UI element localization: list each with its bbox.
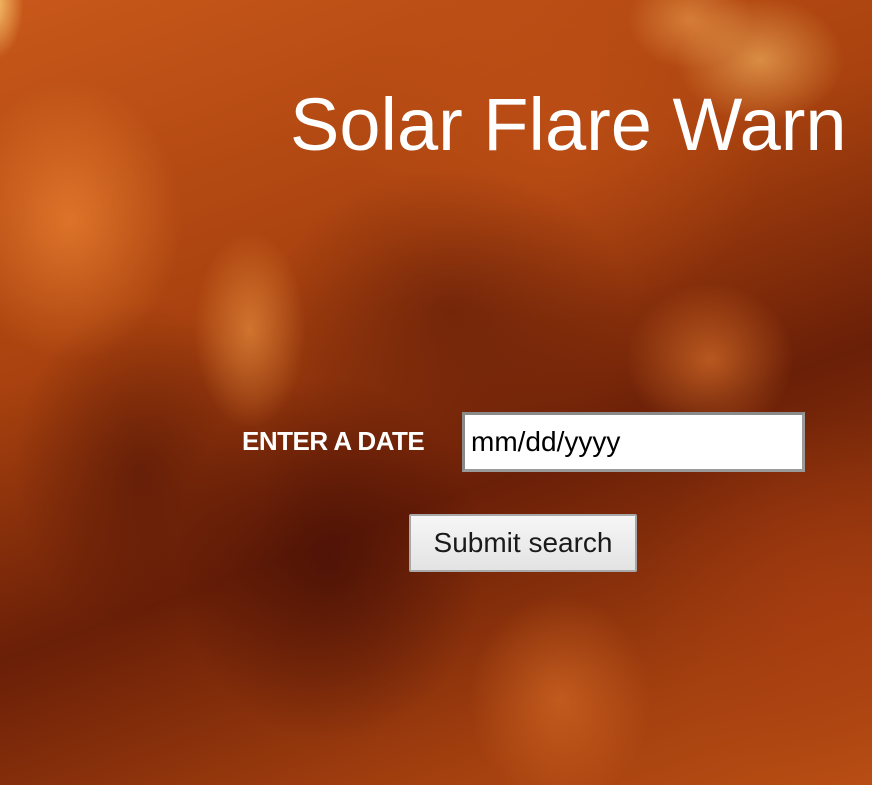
- page-title: Solar Flare Warn: [290, 83, 847, 166]
- submit-search-button[interactable]: Submit search: [409, 514, 637, 572]
- date-search-form: ENTER A DATE Submit search: [0, 412, 872, 592]
- solar-rim-glow: [0, 0, 24, 60]
- date-label: ENTER A DATE: [242, 426, 425, 456]
- date-input[interactable]: [462, 412, 805, 472]
